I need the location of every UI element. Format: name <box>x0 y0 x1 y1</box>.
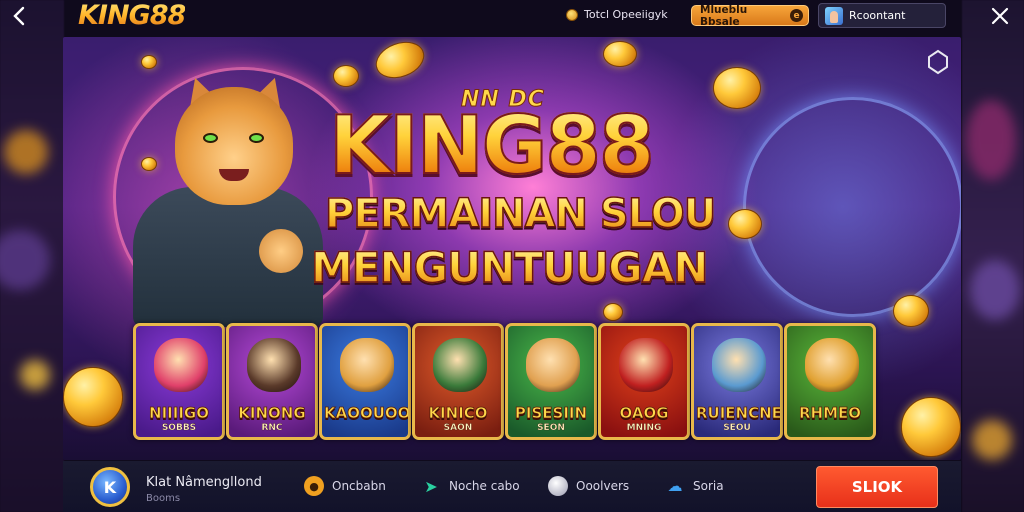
game-tile-art <box>619 338 673 392</box>
close-button[interactable] <box>988 4 1012 28</box>
right-backdrop <box>962 0 1024 512</box>
brand-logo[interactable]: KING88 <box>78 0 186 31</box>
close-icon <box>991 7 1009 25</box>
coin-icon <box>603 303 623 321</box>
game-tile-label: PISESIIN <box>514 404 588 422</box>
nav-label: Ooolvers <box>576 479 630 493</box>
arrow-icon: ➤ <box>424 476 438 496</box>
game-tile[interactable]: PISESIIN SEON <box>505 323 597 440</box>
game-tile-label: RUIENCNE <box>696 404 782 422</box>
avatar <box>825 6 843 25</box>
game-tile[interactable]: KINONG RNC <box>226 323 318 440</box>
coin-icon <box>566 8 578 21</box>
game-tile-label: RHMEO <box>798 404 862 422</box>
game-tile-art <box>805 338 859 392</box>
game-tile-label: NIIIIGO <box>149 404 210 422</box>
game-tile[interactable]: RUIENCNE SEOU <box>691 323 783 440</box>
nav-item-oncbabn[interactable]: ● Oncbabn <box>304 476 386 496</box>
share-icon[interactable] <box>925 49 951 75</box>
cloud-icon: ☁ <box>667 477 683 495</box>
coin-icon <box>728 209 762 239</box>
game-tile-sublabel: MNING <box>626 423 662 433</box>
glow-ring-decoration <box>743 97 961 317</box>
nav-item-ooolvers[interactable]: Ooolvers <box>548 476 629 496</box>
banner-subtitle-line-2: MENGUNTUUGAN <box>310 242 709 293</box>
nav-item-noche-cabo[interactable]: ➤ Noche cabo <box>421 476 520 496</box>
game-tile-art <box>433 338 487 392</box>
game-tile-label: KINICO <box>428 404 488 422</box>
account-button[interactable]: Rcoontant <box>818 3 946 28</box>
game-tile-art <box>712 338 766 392</box>
game-tile-sublabel: SOBBS <box>161 423 197 433</box>
nav-label: Noche cabo <box>449 479 520 493</box>
balance-pill-label: Mlueblu Bbsale <box>700 3 748 28</box>
coin-icon <box>333 65 359 87</box>
game-tile-sublabel: SEON <box>537 423 565 433</box>
top-info: Totcl Opeeiigyk <box>566 8 668 21</box>
game-tile[interactable]: RHMEO <box>784 323 876 440</box>
bottom-bar: K Klat Nâmengllond Booms ● Oncbabn ➤ Noc… <box>63 461 961 512</box>
currency-icon: e <box>790 9 803 22</box>
game-tile-label: KAOOUOOR <box>324 404 411 422</box>
left-backdrop <box>0 0 64 512</box>
account-label: Rcoontant <box>849 9 906 22</box>
back-button[interactable] <box>8 4 30 28</box>
game-tile-sublabel: RNC <box>261 423 283 433</box>
game-tile[interactable]: KINICO SAON <box>412 323 504 440</box>
game-tile[interactable]: KAOOUOOR <box>319 323 411 440</box>
top-bar: KING88 Totcl Opeeiigyk Mlueblu Bbsale e … <box>0 0 1024 34</box>
app-name: Klat Nâmengllond <box>146 475 262 490</box>
coin-icon <box>141 157 157 171</box>
balance-pill-button[interactable]: Mlueblu Bbsale e <box>691 3 809 28</box>
game-tile-label: KINONG <box>238 404 306 422</box>
nav-label: Soria <box>693 479 724 493</box>
coin-icon <box>901 397 961 457</box>
game-tile[interactable]: NIIIIGO SOBBS <box>133 323 225 440</box>
game-tile-sublabel: SAON <box>443 423 473 433</box>
banner-title: KING88 <box>328 98 656 193</box>
game-tile-art <box>340 338 394 392</box>
banner-subtitle-line-1: PERMAINAN SLOU <box>324 190 717 238</box>
play-slot-button[interactable]: SLIOK <box>816 466 938 508</box>
coin-icon <box>713 67 761 109</box>
nav-label: Oncbabn <box>332 479 386 493</box>
promo-banner[interactable]: NN DC KING88 PERMAINAN SLOU MENGUNTUUGAN… <box>63 37 961 460</box>
game-tiles: NIIIIGOSOBBSKINONGRNCKAOOUOORKINICOSAONP… <box>133 323 903 441</box>
game-tile-art <box>247 338 301 392</box>
coin-icon <box>141 55 157 69</box>
game-tile-sublabel: SEOU <box>723 423 751 433</box>
nav-item-soria[interactable]: ☁ Soria <box>665 476 724 496</box>
app-logo[interactable]: K <box>90 467 130 507</box>
coin-icon <box>603 41 637 67</box>
coin-icon <box>63 367 123 427</box>
game-tile-art <box>526 338 580 392</box>
app-subtitle: Booms <box>146 493 181 504</box>
coin-icon <box>370 37 430 85</box>
game-tile[interactable]: OAOG MNING <box>598 323 690 440</box>
game-tile-art <box>154 338 208 392</box>
chevron-left-icon <box>13 6 25 26</box>
orb-icon <box>548 476 568 496</box>
chip-icon: ● <box>304 476 324 496</box>
top-info-text: Totcl Opeeiigyk <box>584 8 668 21</box>
game-tile-label: OAOG <box>619 404 669 422</box>
